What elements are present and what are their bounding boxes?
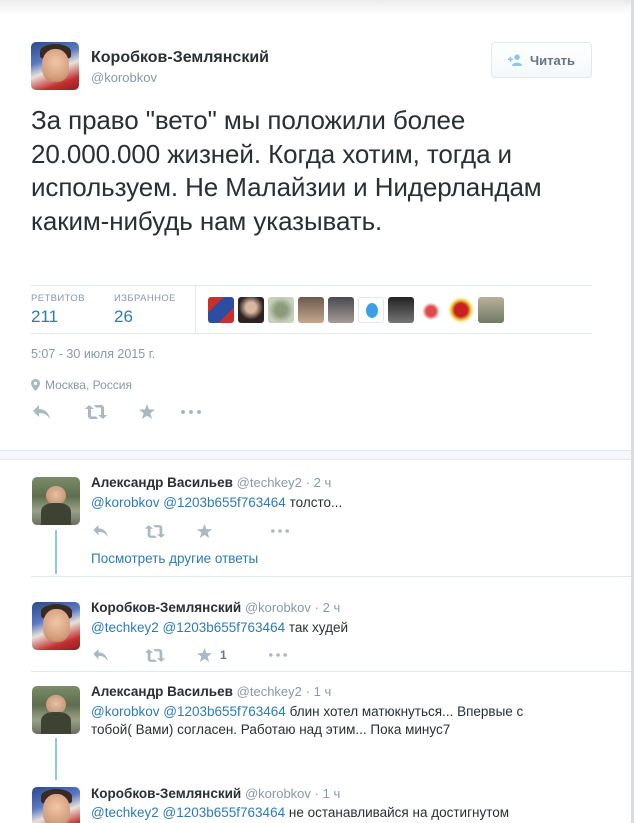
- favoriter-avatar[interactable]: [208, 297, 234, 323]
- reply-header: Александр Васильев @techkey2 · 2 ч: [91, 475, 331, 490]
- reply-body: так худей: [288, 620, 349, 635]
- author-name[interactable]: Коробков-Землянский: [91, 49, 269, 67]
- favoriter-avatar[interactable]: [478, 297, 504, 323]
- reply-actions: 1: [93, 648, 287, 662]
- follow-label: Читать: [529, 52, 576, 68]
- view-more-replies-link[interactable]: Посмотреть другие ответы: [91, 551, 258, 566]
- reply-body: не останавливайся на достигнутом: [288, 805, 510, 820]
- reply-avatar[interactable]: [32, 477, 80, 525]
- reply-author-handle[interactable]: @techkey2: [237, 475, 302, 490]
- reply-author-handle[interactable]: @korobkov: [245, 600, 311, 615]
- reply-author-name[interactable]: Коробков-Землянский: [91, 600, 241, 615]
- favoriter-avatar[interactable]: [298, 297, 324, 323]
- favoriter-avatar[interactable]: [418, 297, 444, 323]
- stats-separator: [195, 285, 196, 333]
- reply-author-name[interactable]: Коробков-Землянский: [91, 786, 241, 801]
- reply-author-name[interactable]: Александр Васильев: [91, 684, 233, 699]
- reply-icon[interactable]: [93, 649, 109, 661]
- stats-divider-top: [31, 285, 592, 286]
- more-icon[interactable]: [268, 653, 287, 657]
- favoriter-avatar[interactable]: [268, 297, 294, 323]
- replies-divider: [0, 450, 631, 460]
- reply-time[interactable]: · 1 ч: [306, 684, 332, 699]
- reply-actions: [93, 524, 289, 538]
- retweets-count[interactable]: 211: [31, 307, 58, 327]
- follow-icon: [507, 54, 522, 66]
- favorites-label: ИЗБРАННОЕ: [114, 293, 176, 304]
- reply-author-handle[interactable]: @korobkov: [245, 786, 311, 801]
- reply-text: @techkey2 @1203b655f763464 так худей: [91, 619, 561, 637]
- reply-text: @korobkov @1203b655f763464 блин хотел ма…: [91, 703, 561, 739]
- reply-header: Коробков-Землянский @korobkov · 2 ч: [91, 600, 340, 615]
- reply-avatar[interactable]: [32, 602, 80, 650]
- favoriter-avatar[interactable]: [328, 297, 354, 323]
- reply-icon[interactable]: [33, 404, 51, 419]
- thread-connector: [55, 738, 57, 780]
- reply-time[interactable]: · 1 ч: [315, 786, 341, 801]
- favorite-icon[interactable]: [139, 404, 155, 419]
- favoriters-list: [208, 297, 504, 323]
- author-avatar[interactable]: [31, 42, 79, 90]
- reply-header: Александр Васильев @techkey2 · 1 ч: [91, 684, 331, 699]
- mention-link[interactable]: @korobkov: [91, 704, 159, 719]
- reply-text: @techkey2 @1203b655f763464 не останавлив…: [91, 804, 561, 822]
- favorites-count[interactable]: 26: [114, 307, 133, 327]
- follow-button[interactable]: Читать: [491, 42, 592, 78]
- reply-header: Коробков-Землянский @korobkov · 1 ч: [91, 786, 340, 801]
- mention-link[interactable]: @1203b655f763464: [163, 620, 286, 635]
- favorite-count: 1: [220, 648, 227, 662]
- mention-link[interactable]: @techkey2: [91, 620, 159, 635]
- favorite-action[interactable]: 1: [197, 648, 227, 662]
- reply-author-name[interactable]: Александр Васильев: [91, 475, 233, 490]
- thread-connector: [55, 530, 57, 574]
- favoriter-avatar[interactable]: [238, 297, 264, 323]
- favoriter-avatar[interactable]: [448, 297, 474, 323]
- reply-time[interactable]: · 2 ч: [315, 600, 341, 615]
- reply-body: толсто...: [289, 495, 343, 510]
- mention-link[interactable]: @techkey2: [91, 805, 159, 820]
- location-text: Москва, Россия: [45, 378, 132, 392]
- reply-author-handle[interactable]: @techkey2: [237, 684, 302, 699]
- tweet-timestamp[interactable]: 5:07 - 30 июля 2015 г.: [31, 347, 155, 361]
- reply-separator: [31, 576, 631, 577]
- mention-link[interactable]: @1203b655f763464: [163, 704, 286, 719]
- favoriter-avatar[interactable]: [358, 297, 384, 323]
- tweet-actions: [33, 404, 201, 419]
- reply-icon[interactable]: [93, 525, 109, 537]
- favorite-icon: [197, 648, 212, 662]
- location-pin-icon: [31, 379, 40, 391]
- window-top-shadow: [0, 0, 634, 16]
- mention-link[interactable]: @1203b655f763464: [163, 805, 286, 820]
- retweets-label: РЕТВИТОВ: [31, 293, 85, 304]
- favoriter-avatar[interactable]: [388, 297, 414, 323]
- reply-time[interactable]: · 2 ч: [306, 475, 332, 490]
- mention-link[interactable]: @1203b655f763464: [163, 495, 286, 510]
- favorite-icon[interactable]: [197, 524, 212, 538]
- mention-link[interactable]: @korobkov: [91, 495, 159, 510]
- reply-avatar[interactable]: [32, 787, 80, 823]
- tweet-location[interactable]: Москва, Россия: [31, 378, 132, 392]
- tweet-text: За право "вето" мы положили более 20.000…: [31, 105, 542, 236]
- retweet-icon[interactable]: [145, 524, 165, 538]
- retweet-icon[interactable]: [85, 404, 107, 419]
- more-icon[interactable]: [271, 529, 289, 533]
- stats-divider-bottom: [31, 333, 592, 334]
- author-handle[interactable]: @korobkov: [91, 70, 157, 85]
- reply-separator: [31, 671, 631, 672]
- more-icon[interactable]: [181, 409, 201, 414]
- retweet-icon[interactable]: [145, 648, 165, 662]
- reply-avatar[interactable]: [32, 686, 80, 734]
- reply-text: @korobkov @1203b655f763464 толсто...: [91, 494, 561, 512]
